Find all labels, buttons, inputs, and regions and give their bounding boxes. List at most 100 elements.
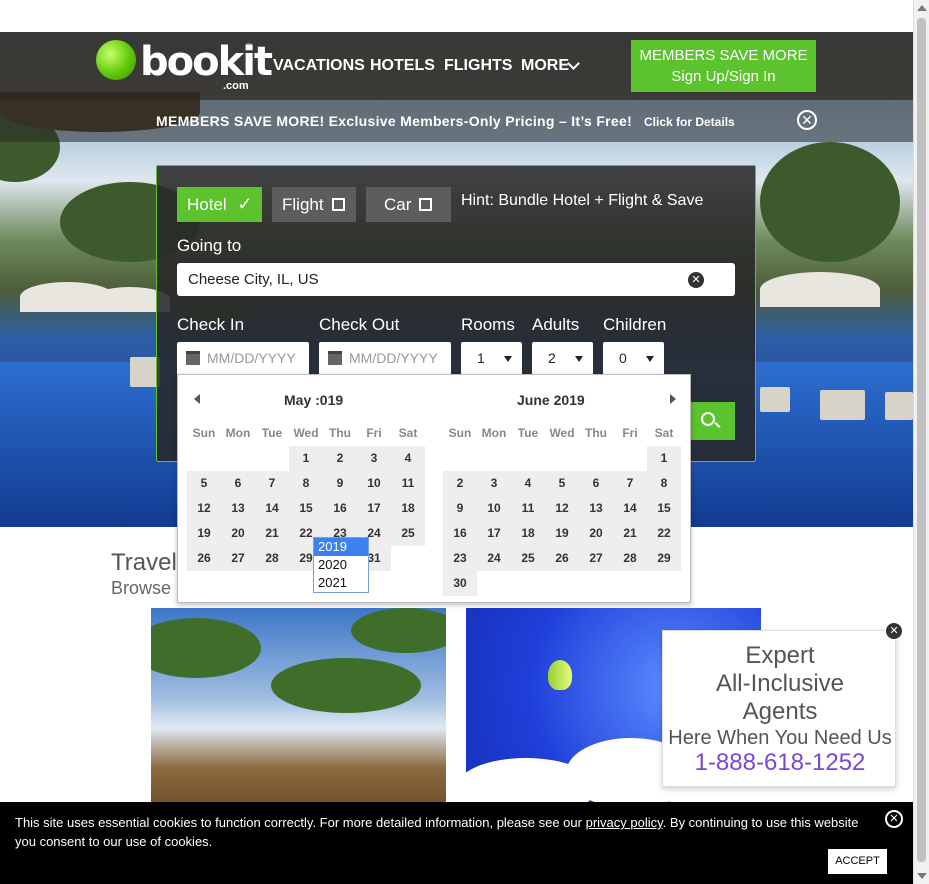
calendar-day[interactable]: 28 (255, 546, 289, 571)
expert-agents-popup[interactable]: Expert All-Inclusive Agents Here When Yo… (662, 630, 896, 787)
destination-photo-palms[interactable] (151, 608, 446, 808)
calendar-day[interactable]: 21 (613, 521, 647, 546)
adults-select[interactable]: 2 (532, 342, 593, 375)
calendar-day[interactable]: 3 (357, 446, 391, 471)
clear-icon[interactable]: ✕ (688, 272, 704, 288)
rooms-select[interactable]: 1 (461, 342, 522, 375)
next-month-icon[interactable] (670, 394, 676, 404)
promo-details-link[interactable]: Click for Details (644, 115, 735, 129)
calendar-day[interactable]: 16 (443, 521, 477, 546)
calendar-day[interactable]: 9 (323, 471, 357, 496)
calendar-day[interactable]: 9 (443, 496, 477, 521)
check-in-field[interactable]: MM/DD/YYYY (177, 342, 309, 375)
nav-link-hotels[interactable]: HOTELS (370, 56, 435, 76)
close-icon[interactable]: ✕ (885, 622, 903, 640)
checkbox-icon[interactable] (419, 198, 433, 211)
scroll-up-icon[interactable] (917, 5, 927, 11)
close-icon[interactable]: ✕ (885, 810, 903, 828)
calendar-day[interactable]: 21 (255, 521, 289, 546)
check-out-field[interactable]: MM/DD/YYYY (319, 342, 451, 375)
calendar-day[interactable]: 1 (289, 446, 323, 471)
calendar-day[interactable]: 19 (187, 521, 221, 546)
promo-banner[interactable]: MEMBERS SAVE MORE! Exclusive Members-Onl… (0, 100, 913, 142)
calendar-day[interactable]: 10 (357, 471, 391, 496)
calendar-day[interactable]: 15 (289, 496, 323, 521)
year-right[interactable]: 2019 (554, 392, 585, 408)
checkbox-icon[interactable] (331, 198, 345, 211)
nav-link-vacations[interactable]: VACATIONS (273, 56, 365, 76)
nav-link-flights[interactable]: FLIGHTS (444, 56, 512, 76)
calendar-day[interactable]: 11 (511, 496, 545, 521)
calendar-day[interactable]: 12 (545, 496, 579, 521)
destination-input[interactable]: Cheese City, IL, US (177, 263, 735, 296)
calendar-day[interactable]: 6 (579, 471, 613, 496)
calendar-day[interactable]: 8 (289, 471, 323, 496)
calendar-day[interactable]: 13 (221, 496, 255, 521)
year-left[interactable]: :019 (315, 392, 343, 408)
year-option[interactable]: 2020 (314, 556, 368, 574)
calendar-day[interactable]: 30 (443, 571, 477, 596)
calendar-day[interactable]: 2 (323, 446, 357, 471)
phone-number-link[interactable]: 1-888-618-1252 (663, 749, 897, 777)
calendar-day[interactable]: 12 (187, 496, 221, 521)
tab-car[interactable]: Car (366, 187, 451, 222)
checkbox-checked-icon[interactable]: ✓ (237, 187, 252, 222)
calendar-day[interactable]: 11 (391, 471, 425, 496)
calendar-day[interactable]: 28 (613, 546, 647, 571)
calendar-day[interactable]: 8 (647, 471, 681, 496)
calendar-day[interactable]: 7 (255, 471, 289, 496)
calendar-day[interactable]: 18 (391, 496, 425, 521)
accept-cookies-button[interactable]: ACCEPT (828, 849, 887, 874)
calendar-day[interactable]: 4 (391, 446, 425, 471)
calendar-day[interactable]: 18 (511, 521, 545, 546)
year-dropdown[interactable]: 2019 2020 2021 (313, 537, 369, 593)
calendar-day[interactable]: 15 (647, 496, 681, 521)
search-button[interactable] (687, 402, 735, 440)
members-signup-button[interactable]: MEMBERS SAVE MORE Sign Up/Sign In (631, 40, 816, 92)
calendar-day[interactable]: 7 (613, 471, 647, 496)
scrollbar-thumb[interactable] (917, 18, 926, 862)
calendar-grid-june: Sun Mon Tue Wed Thu Fri Sat 1 2 3 4 5 6 7 8 9 10 11 12 13 14… (443, 421, 681, 596)
nav-link-more[interactable]: MORE (521, 56, 569, 76)
prev-month-icon[interactable] (194, 394, 200, 404)
close-icon[interactable]: ✕ (797, 110, 817, 130)
calendar-day[interactable]: 6 (221, 471, 255, 496)
year-option[interactable]: 2019 (314, 538, 368, 556)
calendar-day[interactable]: 23 (443, 546, 477, 571)
year-option[interactable]: 2021 (314, 574, 368, 592)
children-select[interactable]: 0 (603, 342, 664, 375)
logo-ball-icon[interactable] (96, 40, 136, 80)
calendar-day[interactable]: 22 (647, 521, 681, 546)
calendar-day[interactable]: 5 (545, 471, 579, 496)
calendar-day[interactable]: 14 (255, 496, 289, 521)
month-name-left[interactable]: May (284, 392, 311, 408)
calendar-day[interactable]: 27 (579, 546, 613, 571)
calendar-day[interactable]: 24 (477, 546, 511, 571)
calendar-day[interactable]: 5 (187, 471, 221, 496)
calendar-day[interactable]: 4 (511, 471, 545, 496)
tab-flight[interactable]: Flight (272, 187, 356, 222)
scroll-down-icon[interactable] (917, 873, 927, 879)
calendar-day[interactable]: 26 (545, 546, 579, 571)
vertical-scrollbar[interactable] (913, 0, 929, 884)
calendar-day[interactable]: 25 (391, 521, 425, 546)
calendar-day[interactable]: 20 (221, 521, 255, 546)
tab-hotel[interactable]: Hotel ✓ (177, 187, 262, 222)
calendar-day[interactable]: 26 (187, 546, 221, 571)
calendar-day[interactable]: 14 (613, 496, 647, 521)
calendar-day[interactable]: 3 (477, 471, 511, 496)
month-name-right[interactable]: June (517, 392, 550, 408)
calendar-day[interactable]: 16 (323, 496, 357, 521)
calendar-day[interactable]: 20 (579, 521, 613, 546)
calendar-day[interactable]: 1 (647, 446, 681, 471)
calendar-day[interactable]: 10 (477, 496, 511, 521)
calendar-day[interactable]: 29 (647, 546, 681, 571)
calendar-day[interactable]: 13 (579, 496, 613, 521)
calendar-day[interactable]: 27 (221, 546, 255, 571)
privacy-policy-link[interactable]: privacy policy (586, 815, 663, 830)
calendar-day[interactable]: 25 (511, 546, 545, 571)
calendar-day[interactable]: 19 (545, 521, 579, 546)
calendar-day[interactable]: 17 (357, 496, 391, 521)
calendar-day[interactable]: 17 (477, 521, 511, 546)
calendar-day[interactable]: 2 (443, 471, 477, 496)
